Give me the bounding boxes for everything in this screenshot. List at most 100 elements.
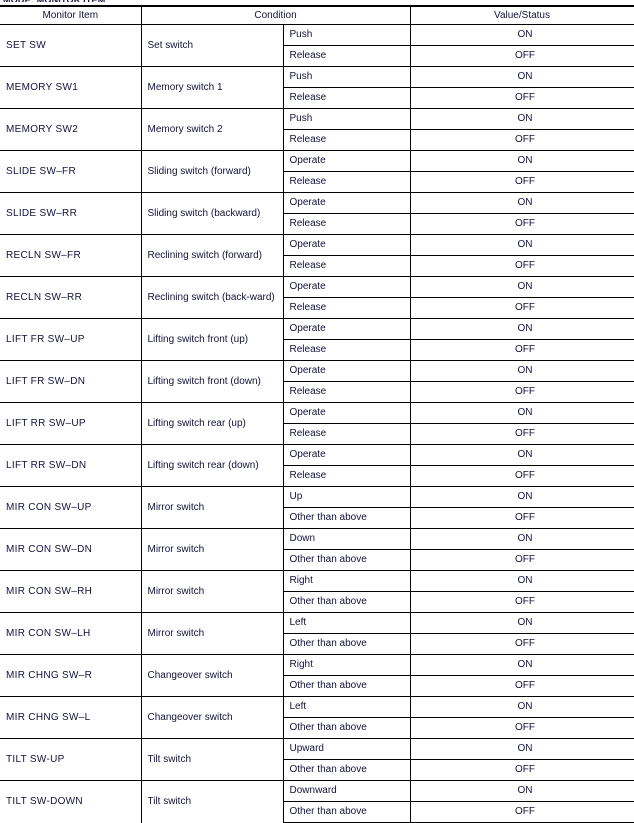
condition-cell: Lifting switch rear (up): [141, 402, 284, 445]
table-row: RECLN SW–RR Reclining switch (back-ward) O…: [0, 276, 634, 319]
table-row: LIFT FR SW–DN Lifting switch front (down)…: [0, 360, 634, 403]
value-status-cell: OFF: [410, 171, 634, 193]
monitor-item-cell: RECLN SW–FR: [0, 234, 142, 277]
condition-detail-cell: Upward: [283, 738, 411, 760]
table-row: LIFT RR SW–DN Lifting switch rear (down) O…: [0, 444, 634, 487]
table-row: MIR CON SW–LH Mirror switch Left ON: [0, 612, 634, 655]
condition-cell: Memory switch 1: [141, 66, 284, 109]
value-status-cell: ON: [410, 612, 634, 634]
condition-cell: Lifting switch front (down): [141, 360, 284, 403]
value-status-cell: ON: [410, 360, 634, 382]
value-status-cell: ON: [410, 570, 634, 592]
monitor-item-cell: MIR CON SW–RH: [0, 570, 142, 613]
condition-detail-cell: Other than above: [283, 507, 411, 529]
condition-detail-cell: Release: [283, 87, 411, 109]
condition-detail-cell: Other than above: [283, 717, 411, 739]
condition-detail-cell: Release: [283, 297, 411, 319]
condition-detail-cell: Release: [283, 255, 411, 277]
monitor-item-cell: RECLN SW–RR: [0, 276, 142, 319]
condition-cell: Lifting switch front (up): [141, 318, 284, 361]
condition-detail-cell: Left: [283, 696, 411, 718]
monitor-item-cell: LIFT RR SW–DN: [0, 444, 142, 487]
value-status-cell: OFF: [410, 675, 634, 697]
condition-cell: Tilt switch: [141, 738, 284, 781]
table-row: MIR CHNG SW–R Changeover switch Right ON: [0, 654, 634, 697]
table-header-row: Monitor Item Condition Value/Status: [0, 5, 634, 25]
table-row: MIR CHNG SW–L Changeover switch Left ON: [0, 696, 634, 739]
value-status-cell: OFF: [410, 213, 634, 235]
condition-detail-cell: Operate: [283, 276, 411, 298]
condition-cell: Sliding switch (backward): [141, 192, 284, 235]
value-status-cell: ON: [410, 528, 634, 550]
monitor-item-cell: MIR CON SW–DN: [0, 528, 142, 571]
value-status-cell: OFF: [410, 87, 634, 109]
condition-detail-cell: Other than above: [283, 633, 411, 655]
value-status-cell: OFF: [410, 381, 634, 403]
monitor-item-cell: MEMORY SW1: [0, 66, 142, 109]
value-status-cell: OFF: [410, 591, 634, 613]
value-status-cell: ON: [410, 444, 634, 466]
document-page: MODE: MONITOR ITEM Monitor Item Conditio…: [0, 0, 634, 823]
monitor-item-cell: LIFT RR SW–UP: [0, 402, 142, 445]
condition-detail-cell: Left: [283, 612, 411, 634]
condition-cell: Mirror switch: [141, 486, 284, 529]
condition-detail-cell: Release: [283, 129, 411, 151]
condition-cell: Reclining switch (forward): [141, 234, 284, 277]
table-row: MIR CON SW–UP Mirror switch Up ON: [0, 486, 634, 529]
condition-detail-cell: Operate: [283, 150, 411, 172]
column-header-condition: Condition: [141, 5, 411, 25]
condition-detail-cell: Operate: [283, 192, 411, 214]
condition-cell: Sliding switch (forward): [141, 150, 284, 193]
value-status-cell: ON: [410, 24, 634, 46]
value-status-cell: OFF: [410, 129, 634, 151]
table-row: MIR CON SW–RH Mirror switch Right ON: [0, 570, 634, 613]
condition-cell: Lifting switch rear (down): [141, 444, 284, 487]
value-status-cell: ON: [410, 654, 634, 676]
condition-detail-cell: Down: [283, 528, 411, 550]
condition-detail-cell: Operate: [283, 318, 411, 340]
value-status-cell: OFF: [410, 507, 634, 529]
condition-detail-cell: Operate: [283, 402, 411, 424]
condition-detail-cell: Downward: [283, 780, 411, 802]
condition-cell: Changeover switch: [141, 696, 284, 739]
monitor-item-cell: MIR CON SW–LH: [0, 612, 142, 655]
condition-detail-cell: Release: [283, 381, 411, 403]
table-row: MEMORY SW1 Memory switch 1 Push ON: [0, 66, 634, 109]
value-status-cell: ON: [410, 66, 634, 88]
condition-cell: Changeover switch: [141, 654, 284, 697]
value-status-cell: ON: [410, 234, 634, 256]
monitor-item-cell: MIR CHNG SW–R: [0, 654, 142, 697]
condition-detail-cell: Push: [283, 66, 411, 88]
condition-detail-cell: Other than above: [283, 759, 411, 781]
value-status-cell: OFF: [410, 717, 634, 739]
monitor-item-cell: LIFT FR SW–DN: [0, 360, 142, 403]
monitor-item-cell: SLIDE SW–FR: [0, 150, 142, 193]
condition-detail-cell: Release: [283, 213, 411, 235]
table-row: LIFT RR SW–UP Lifting switch rear (up) Ope…: [0, 402, 634, 445]
monitor-item-cell: LIFT FR SW–UP: [0, 318, 142, 361]
value-status-cell: OFF: [410, 801, 634, 823]
value-status-cell: ON: [410, 318, 634, 340]
condition-cell: Memory switch 2: [141, 108, 284, 151]
table-row: SET SW Set switch Push ON: [0, 24, 634, 67]
condition-detail-cell: Operate: [283, 444, 411, 466]
value-status-cell: ON: [410, 780, 634, 802]
condition-detail-cell: Right: [283, 654, 411, 676]
value-status-cell: OFF: [410, 339, 634, 361]
value-status-cell: ON: [410, 696, 634, 718]
condition-cell: Tilt switch: [141, 780, 284, 823]
value-status-cell: OFF: [410, 297, 634, 319]
condition-detail-cell: Release: [283, 339, 411, 361]
value-status-cell: ON: [410, 108, 634, 130]
condition-detail-cell: Push: [283, 108, 411, 130]
condition-detail-cell: Other than above: [283, 591, 411, 613]
condition-detail-cell: Push: [283, 24, 411, 46]
section-heading: MODE: MONITOR ITEM: [3, 0, 105, 2]
monitor-item-cell: TILT SW-DOWN: [0, 780, 142, 823]
value-status-cell: ON: [410, 150, 634, 172]
table-row: TILT SW-DOWN Tilt switch Downward ON: [0, 780, 634, 823]
value-status-cell: OFF: [410, 633, 634, 655]
condition-detail-cell: Release: [283, 45, 411, 67]
column-header-value-status: Value/Status: [410, 5, 634, 25]
condition-cell: Mirror switch: [141, 612, 284, 655]
